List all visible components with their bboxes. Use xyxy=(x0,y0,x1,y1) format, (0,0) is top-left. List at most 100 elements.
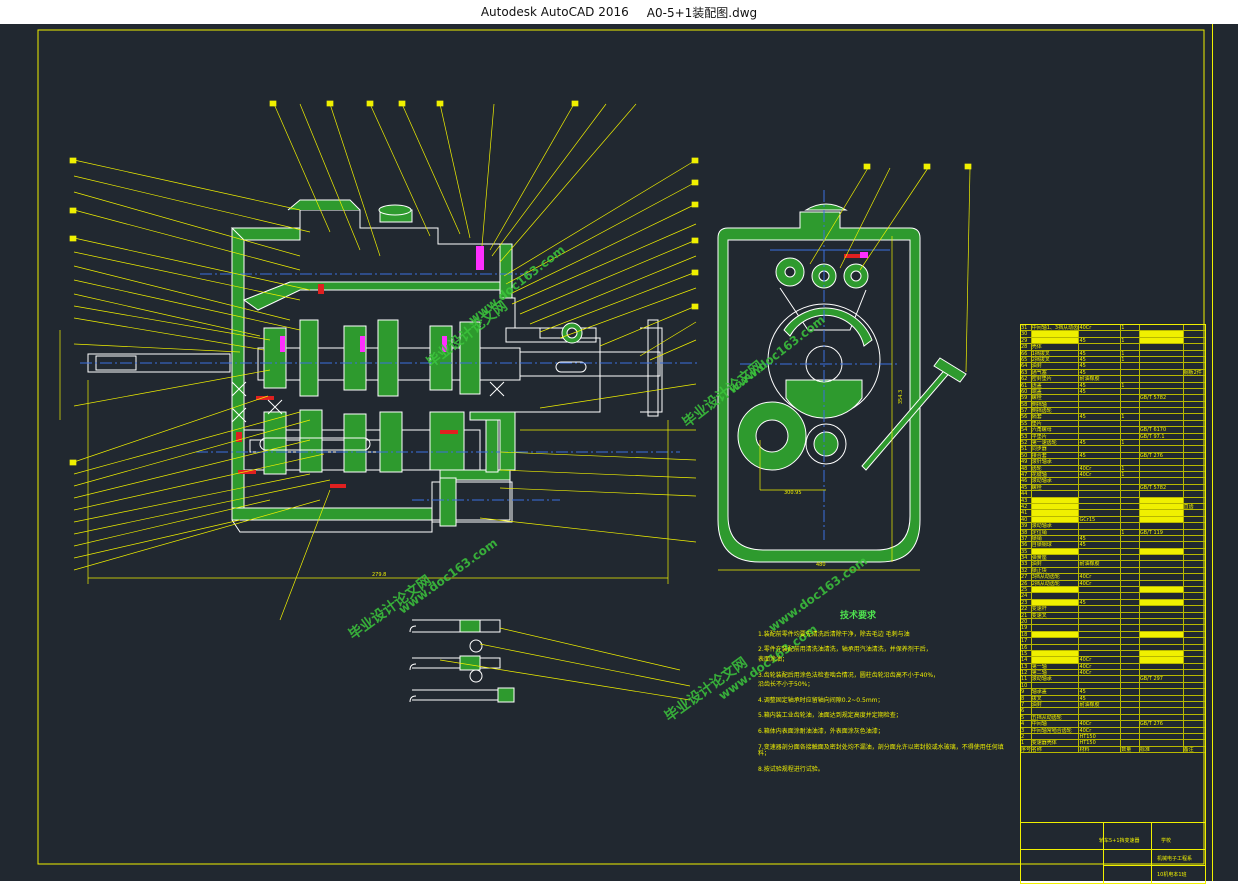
parts-cell xyxy=(1140,612,1184,618)
parts-cell: 14 xyxy=(1021,657,1032,663)
parts-cell xyxy=(1121,491,1140,497)
parts-cell xyxy=(1140,727,1184,733)
parts-cell: 45 xyxy=(1079,695,1122,702)
parts-cell: 11 xyxy=(1021,676,1032,682)
parts-cell: 1 xyxy=(1021,740,1032,746)
parts-cell: 40Cr xyxy=(1079,574,1122,580)
parts-cell: 45 xyxy=(1079,337,1122,344)
parts-cell: 2挡从动齿轮 xyxy=(1032,580,1080,587)
app-name: Autodesk AutoCAD 2016 xyxy=(480,5,629,19)
parts-cell xyxy=(1184,568,1205,573)
parts-cell xyxy=(1121,523,1140,529)
parts-cell xyxy=(1184,510,1205,515)
parts-cell xyxy=(1121,689,1140,695)
parts-cell xyxy=(1121,638,1140,644)
parts-cell: 21 xyxy=(1021,612,1032,618)
parts-cell xyxy=(1184,651,1205,656)
parts-cell: 65 xyxy=(1021,356,1032,363)
parts-cell xyxy=(1184,587,1205,592)
parts-cell xyxy=(1079,331,1122,337)
parts-cell xyxy=(1121,363,1140,369)
parts-cell xyxy=(1079,459,1122,465)
parts-cell xyxy=(1121,484,1140,491)
parts-cell xyxy=(1184,466,1205,471)
parts-cell xyxy=(1121,344,1140,350)
parts-cell xyxy=(1079,408,1122,414)
parts-cell xyxy=(1079,503,1122,510)
parts-cell: HT150 xyxy=(1079,740,1122,746)
parts-cell xyxy=(1184,549,1205,554)
parts-cell: 五挡从动齿轮 xyxy=(1031,657,1080,663)
parts-cell: 1挡拨叉 xyxy=(1032,350,1080,356)
parts-cell: 52 xyxy=(1021,440,1032,446)
parts-cell xyxy=(1140,446,1184,452)
parts-cell: 60 xyxy=(1021,388,1032,395)
parts-cell: 耐油橡胶 xyxy=(1079,561,1122,567)
parts-cell xyxy=(1121,567,1140,574)
parts-cell: GB/T 6170 xyxy=(1140,427,1184,433)
parts-cell: 标准 xyxy=(1140,746,1184,753)
parts-cell: 32 xyxy=(1021,567,1032,574)
drawing-canvas[interactable]: 279.8 480 354.3 300.95 毕业设计论文网 www.doc16… xyxy=(0,24,1238,884)
parts-cell xyxy=(1184,740,1205,745)
parts-cell xyxy=(1184,376,1205,381)
parts-cell xyxy=(1031,510,1080,516)
parts-cell: 28 xyxy=(1021,344,1032,350)
parts-cell: 45 xyxy=(1079,689,1122,695)
parts-cell: 45 xyxy=(1079,388,1122,395)
parts-cell xyxy=(1184,708,1205,713)
parts-cell: 34 xyxy=(1021,555,1032,561)
parts-cell xyxy=(1079,682,1122,689)
parts-cell xyxy=(1140,593,1184,599)
parts-cell: 1 xyxy=(1121,337,1140,344)
parts-cell xyxy=(1184,357,1205,362)
parts-cell: 50 xyxy=(1021,452,1032,459)
class-code: 10机电本1班 xyxy=(1157,872,1187,878)
parts-cell xyxy=(1121,478,1140,484)
parts-cell xyxy=(1032,708,1080,714)
parts-cell xyxy=(1184,478,1205,483)
dimension-side-height: 354.3 xyxy=(898,389,905,405)
parts-cell xyxy=(1121,599,1140,606)
parts-cell xyxy=(1140,363,1184,369)
parts-cell: 变速杆 xyxy=(1032,606,1080,612)
parts-cell xyxy=(1184,453,1205,458)
parts-cell: 40 xyxy=(1021,516,1032,523)
note-line: 3.齿轮装配后用涂色法检查啮合情况，圆柱齿轮沿齿高不小于40%， xyxy=(758,671,940,679)
parts-cell xyxy=(1184,517,1205,522)
parts-cell xyxy=(1121,542,1140,548)
parts-cell: 40Cr xyxy=(1079,465,1122,471)
parts-cell xyxy=(1140,580,1184,587)
parts-cell xyxy=(1140,465,1184,471)
parts-cell xyxy=(1139,510,1184,516)
parts-cell xyxy=(1140,625,1184,631)
parts-cell xyxy=(1184,395,1205,400)
parts-cell: 7 xyxy=(1021,702,1032,708)
parts-cell xyxy=(1121,734,1140,740)
parts-cell xyxy=(1079,523,1122,529)
parts-cell: 1 xyxy=(1121,471,1140,478)
parts-cell xyxy=(1184,593,1205,598)
parts-cell: 通气塞 xyxy=(1032,369,1080,376)
parts-cell: 29 xyxy=(1021,337,1032,344)
parts-cell xyxy=(1079,529,1122,535)
parts-cell xyxy=(1079,612,1122,618)
parts-cell xyxy=(1140,369,1184,376)
drawing-name: 轿车5+1挡变速器 xyxy=(1099,838,1140,844)
parts-cell: 中间轴常啮合齿轮 xyxy=(1032,727,1080,733)
parts-cell: 40Cr xyxy=(1079,727,1122,733)
parts-cell: 45 xyxy=(1079,542,1122,548)
title-block: 轿车5+1挡变速器 学校 机械电子工程系 10机电本1班 xyxy=(1020,822,1206,884)
parts-cell: 23 xyxy=(1021,599,1032,606)
parts-cell: GB/T 119 xyxy=(1140,529,1184,535)
parts-cell xyxy=(1184,459,1205,464)
parts-cell xyxy=(1140,561,1184,567)
parts-cell: GB/T 276 xyxy=(1140,452,1184,459)
parts-cell: 拨叉轴 xyxy=(1031,599,1080,606)
parts-cell: 直齿 xyxy=(1183,503,1194,510)
parts-cell xyxy=(1121,676,1140,682)
parts-cell: 22 xyxy=(1021,606,1032,612)
note-line: 4.调整固定轴承时应留轴向间隙0.2~0.5mm； xyxy=(758,696,884,704)
parts-cell: 39 xyxy=(1021,523,1032,529)
parts-cell: 45 xyxy=(1021,484,1032,491)
